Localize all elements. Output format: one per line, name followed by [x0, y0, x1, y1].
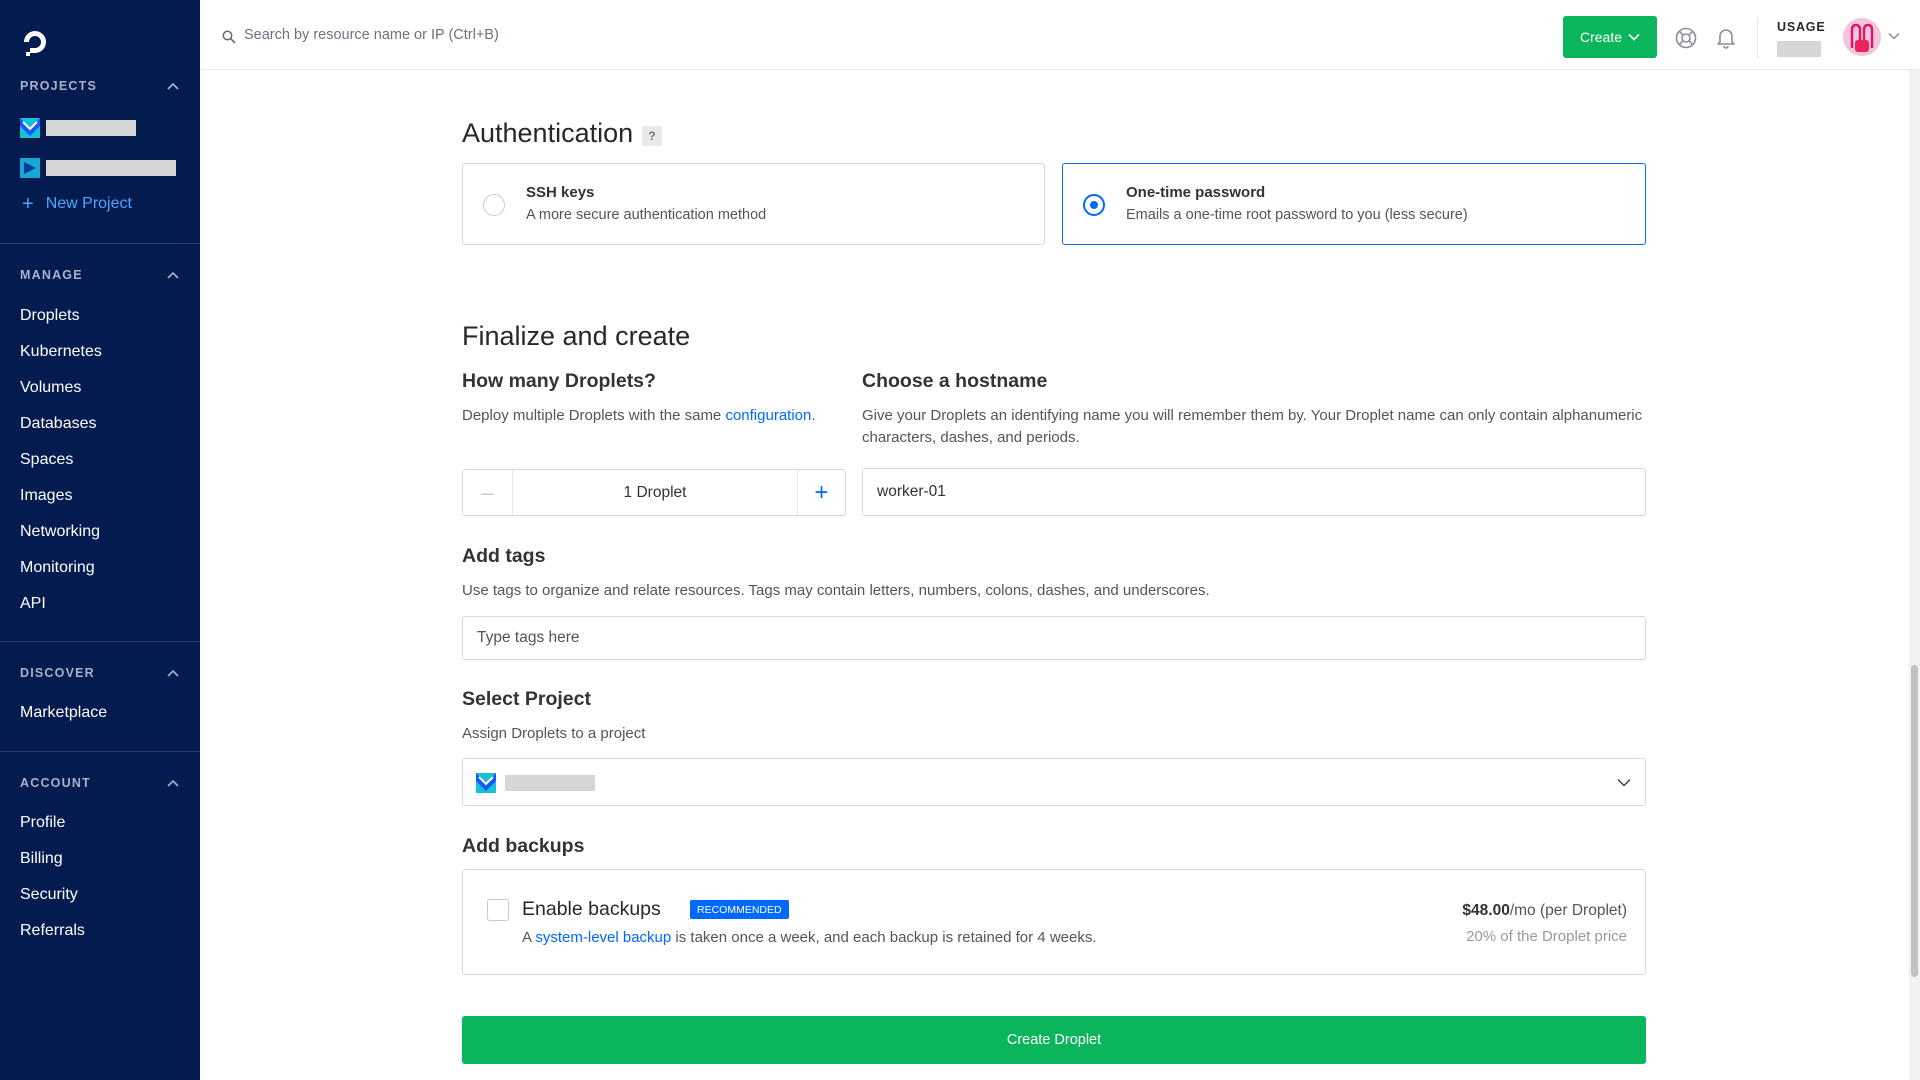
sidebar-item-profile[interactable]: Profile — [20, 814, 65, 832]
chevron-down-icon — [1617, 778, 1631, 787]
manage-heading: MANAGE — [20, 268, 83, 282]
sidebar-item-security[interactable]: Security — [20, 886, 78, 904]
enable-backups-checkbox[interactable] — [487, 899, 509, 921]
sidebar-item-kubernetes[interactable]: Kubernetes — [20, 343, 102, 361]
desc-text: Deploy multiple Droplets with the same — [462, 407, 726, 424]
sidebar-project-2[interactable] — [20, 157, 190, 179]
sidebar-item-databases[interactable]: Databases — [20, 415, 97, 433]
recommended-badge: RECOMMENDED — [690, 900, 789, 919]
increment-button[interactable]: + — [797, 470, 845, 515]
chevron-up-icon[interactable] — [166, 778, 180, 788]
backups-card: Enable backups RECOMMENDED A system-leve… — [462, 869, 1646, 975]
help-badge[interactable]: ? — [642, 126, 662, 146]
auth-option-one-time-password[interactable]: One-time password Emails a one-time root… — [1062, 163, 1646, 245]
scrollbar-thumb[interactable] — [1911, 665, 1918, 977]
radio-button-selected[interactable] — [1083, 194, 1105, 216]
tags-heading: Add tags — [462, 545, 546, 567]
project-description: Assign Droplets to a project — [462, 725, 646, 742]
sidebar-item-referrals[interactable]: Referrals — [20, 922, 85, 940]
usage-value-redacted — [1777, 41, 1821, 57]
top-bar: Create USAGE — [200, 0, 1920, 70]
project-icon — [20, 118, 40, 138]
sidebar-item-spaces[interactable]: Spaces — [20, 451, 73, 469]
decrement-button[interactable]: – — [463, 470, 513, 515]
chevron-down-icon[interactable] — [1888, 32, 1900, 40]
project-select[interactable] — [462, 758, 1646, 806]
create-droplet-button[interactable]: Create Droplet — [462, 1016, 1646, 1064]
sidebar-item-monitoring[interactable]: Monitoring — [20, 559, 95, 577]
desc-text: is taken once a week, and each backup is… — [671, 929, 1097, 946]
create-button-label: Create — [1579, 29, 1623, 45]
sidebar-item-volumes[interactable]: Volumes — [20, 379, 81, 397]
project-icon — [20, 158, 40, 178]
backups-description: A system-level backup is taken once a we… — [522, 929, 1097, 946]
sidebar-item-api[interactable]: API — [20, 595, 46, 613]
backups-heading: Add backups — [462, 835, 585, 857]
price-note: 20% of the Droplet price — [1466, 928, 1627, 945]
help-lifebuoy-icon[interactable] — [1674, 26, 1698, 50]
chevron-up-icon[interactable] — [166, 270, 180, 280]
bell-icon[interactable] — [1714, 25, 1738, 49]
digitalocean-logo-icon[interactable] — [20, 27, 50, 57]
sidebar-item-images[interactable]: Images — [20, 487, 72, 505]
price-amount: $48.00 — [1462, 902, 1510, 919]
chevron-up-icon[interactable] — [166, 668, 180, 678]
hostname-input[interactable] — [862, 468, 1646, 516]
desc-text: A — [522, 929, 536, 946]
project-name-redacted — [505, 775, 595, 791]
price-suffix: /mo (per Droplet) — [1509, 902, 1627, 919]
authentication-heading: Authentication — [462, 118, 634, 148]
configuration-link[interactable]: configuration — [725, 407, 811, 424]
account-heading: ACCOUNT — [20, 776, 91, 790]
auth-option-title: One-time password — [1126, 184, 1266, 201]
auth-option-description: A more secure authentication method — [526, 207, 767, 223]
avatar[interactable] — [1843, 18, 1881, 56]
radio-button[interactable] — [483, 194, 505, 216]
divider — [1757, 18, 1758, 58]
usage-label[interactable]: USAGE — [1777, 20, 1825, 34]
sidebar-item-billing[interactable]: Billing — [20, 850, 63, 868]
project-name-redacted — [46, 120, 136, 136]
auth-option-description: Emails a one-time root password to you (… — [1126, 207, 1468, 223]
new-project-label: New Project — [45, 195, 132, 212]
desc-text: . — [811, 407, 816, 424]
search-input[interactable] — [244, 22, 644, 48]
create-button[interactable]: Create — [1563, 16, 1657, 58]
hostname-description: Give your Droplets an identifying name y… — [862, 407, 1643, 446]
avatar-image — [1843, 18, 1881, 56]
main-content: Authentication ? SSH keys A more secure … — [200, 70, 1909, 1080]
droplet-count-description: Deploy multiple Droplets with the same c… — [462, 405, 816, 427]
sidebar-project-1[interactable] — [20, 117, 190, 139]
divider — [0, 243, 200, 244]
project-name-redacted — [46, 160, 176, 176]
backups-title: Enable backups — [522, 898, 661, 920]
droplet-count-value[interactable]: 1 Droplet — [513, 470, 797, 515]
plus-icon: + — [22, 193, 34, 215]
auth-option-title: SSH keys — [526, 184, 595, 201]
divider — [0, 751, 200, 752]
discover-heading: DISCOVER — [20, 666, 95, 680]
new-project-link[interactable]: + New Project — [22, 194, 132, 214]
backup-price: $48.00/mo (per Droplet) — [1462, 902, 1627, 920]
auth-option-ssh-keys[interactable]: SSH keys A more secure authentication me… — [462, 163, 1045, 245]
sidebar: PROJECTS + New Project MANAGE Droplets K… — [0, 0, 200, 1080]
projects-heading: PROJECTS — [20, 79, 97, 93]
system-level-backup-link[interactable]: system-level backup — [535, 929, 671, 946]
project-icon — [476, 773, 496, 793]
chevron-up-icon[interactable] — [166, 81, 180, 91]
tags-input[interactable] — [462, 616, 1646, 660]
hostname-heading: Choose a hostname — [862, 370, 1048, 392]
divider — [0, 641, 200, 642]
tags-description: Use tags to organize and relate resource… — [462, 582, 1210, 599]
sidebar-item-marketplace[interactable]: Marketplace — [20, 704, 107, 722]
droplet-quantity-stepper: – 1 Droplet + — [462, 469, 846, 516]
sidebar-item-droplets[interactable]: Droplets — [20, 307, 80, 325]
search-icon — [222, 30, 236, 44]
finalize-heading: Finalize and create — [462, 321, 691, 351]
chevron-down-icon — [1628, 33, 1640, 41]
project-heading: Select Project — [462, 688, 591, 710]
droplet-count-heading: How many Droplets? — [462, 370, 656, 392]
sidebar-item-networking[interactable]: Networking — [20, 523, 100, 541]
